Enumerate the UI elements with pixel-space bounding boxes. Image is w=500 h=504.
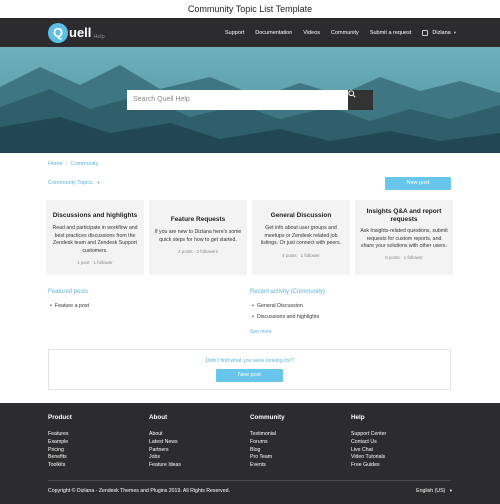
footer-column-about: About About Latest News Partners Jobs Fe…	[149, 414, 181, 470]
copyright-text: Copyright © Dizlana - Zendesk Themes and…	[48, 488, 230, 494]
search-icon	[348, 90, 356, 98]
user-icon	[422, 29, 429, 36]
recent-activity-item[interactable]: General Discussion	[252, 303, 303, 309]
footer-link[interactable]: Blog	[250, 447, 285, 455]
footer-link[interactable]: Latest News	[149, 439, 181, 447]
footer-link[interactable]: Features	[48, 431, 72, 439]
cta-box: Didn't find what you were looking for? N…	[48, 349, 451, 390]
footer-link[interactable]: Partners	[149, 447, 181, 455]
topic-title: General Discussion	[270, 212, 332, 219]
nav-community[interactable]: Community	[331, 30, 359, 36]
footer-link[interactable]: Free Guides	[351, 462, 386, 470]
topic-card[interactable]: Insights Q&A and report requests Ask Ins…	[355, 200, 453, 275]
breadcrumb-home[interactable]: Home	[48, 161, 63, 167]
footer-link[interactable]: Pricing	[48, 447, 72, 455]
hero-banner: Search Quell Help	[0, 47, 500, 153]
footer-column-title: About	[149, 414, 168, 421]
chevron-down-icon: ▾	[453, 29, 456, 35]
footer-column-title: Community	[250, 414, 285, 421]
breadcrumb-community[interactable]: Community	[71, 161, 99, 167]
featured-post-item[interactable]: Feature a post	[50, 303, 89, 309]
search-button[interactable]	[348, 90, 373, 110]
footer-link[interactable]: Events	[250, 462, 285, 470]
new-post-button[interactable]: New post	[385, 177, 451, 190]
nav-documentation[interactable]: Documentation	[255, 30, 292, 36]
topic-meta: 1 post · 1 follower	[77, 260, 113, 265]
footer-link[interactable]: Live Chat	[351, 447, 386, 455]
cta-text: Didn't find what you were looking for?	[205, 358, 294, 364]
footer-link[interactable]: Jobs	[149, 454, 181, 462]
topic-filter-dropdown[interactable]: Community Topics ▾	[48, 180, 100, 186]
footer-link[interactable]: About	[149, 431, 181, 439]
topic-title: Insights Q&A and report requests	[366, 208, 442, 223]
chevron-down-icon: ▾	[97, 180, 100, 185]
logo-word: uell	[69, 25, 92, 40]
topic-description: Ask Insights-related questions, submit r…	[360, 228, 448, 249]
site-footer: Product Features Example Pricing Benefit…	[0, 403, 500, 504]
footer-link[interactable]: Pro Team	[250, 454, 285, 462]
footer-link[interactable]: Support Center	[351, 431, 386, 439]
topic-card[interactable]: Discussions and highlights Read and part…	[46, 200, 144, 275]
logo[interactable]: Q uell Help	[48, 22, 105, 43]
footer-link[interactable]: Feature Ideas	[149, 462, 181, 470]
topic-meta: 4 posts · 2 followers	[177, 249, 219, 254]
site-header: Q uell Help Support Documentation Videos…	[0, 18, 500, 47]
footer-link[interactable]: Toolkits	[48, 462, 72, 470]
topic-meta: 4 posts · 1 follower	[282, 252, 320, 258]
footer-column-product: Product Features Example Pricing Benefit…	[48, 414, 72, 470]
footer-divider	[48, 480, 451, 481]
topic-description: If you are new to Dizlana here's some qu…	[154, 229, 242, 243]
recent-activity-title: Recent activity (Community)	[250, 289, 326, 295]
main-nav: Support Documentation Videos Community S…	[214, 18, 456, 47]
user-menu[interactable]: Dizlana ▾	[422, 29, 456, 36]
breadcrumb: Home › Community	[48, 161, 98, 167]
featured-posts-title: Featured posts	[48, 289, 89, 295]
footer-column-help: Help Support Center Contact Us Live Chat…	[351, 414, 386, 470]
footer-link[interactable]: Video Tutorials	[351, 454, 386, 462]
logo-help: Help	[93, 34, 105, 40]
footer-link[interactable]: Testimonial	[250, 431, 285, 439]
logo-mark: Q	[48, 23, 68, 43]
footer-column-community: Community Testimonial Forums Blog Pro Te…	[250, 414, 285, 470]
topic-meta: 0 posts · 1 follower	[385, 254, 423, 260]
language-label: English (US)	[416, 488, 446, 494]
see-more-link[interactable]: See more	[250, 329, 272, 335]
topic-description: Read and participate in workflow and bes…	[52, 225, 138, 254]
nav-support[interactable]: Support	[225, 30, 244, 36]
template-title: Community Topic List Template	[0, 0, 500, 18]
topic-title: Feature Requests	[170, 216, 226, 223]
cta-new-post-button[interactable]: New post	[216, 369, 283, 382]
topic-card[interactable]: Feature Requests If you are new to Dizla…	[149, 200, 247, 275]
topic-description: Get info about user groups and meetups o…	[260, 225, 342, 246]
footer-link[interactable]: Benefits	[48, 454, 72, 462]
topic-card[interactable]: General Discussion Get info about user g…	[252, 200, 350, 275]
footer-link[interactable]: Forums	[250, 439, 285, 447]
footer-link[interactable]: Contact Us	[351, 439, 386, 447]
search-input[interactable]: Search Quell Help	[127, 90, 348, 110]
topic-filter-label: Community Topics	[48, 180, 93, 186]
topic-title: Discussions and highlights	[52, 212, 138, 219]
recent-activity-item[interactable]: Discussions and highlights	[252, 314, 319, 320]
footer-link[interactable]: Example	[48, 439, 72, 447]
chevron-down-icon: ▾	[449, 488, 452, 493]
user-name: Dizlana	[432, 29, 451, 36]
footer-column-title: Help	[351, 414, 365, 421]
language-selector[interactable]: English (US) ▾	[416, 488, 452, 494]
footer-column-title: Product	[48, 414, 72, 421]
breadcrumb-separator: ›	[65, 161, 68, 167]
nav-submit-request[interactable]: Submit a request	[370, 30, 412, 36]
nav-videos[interactable]: Videos	[303, 30, 320, 36]
